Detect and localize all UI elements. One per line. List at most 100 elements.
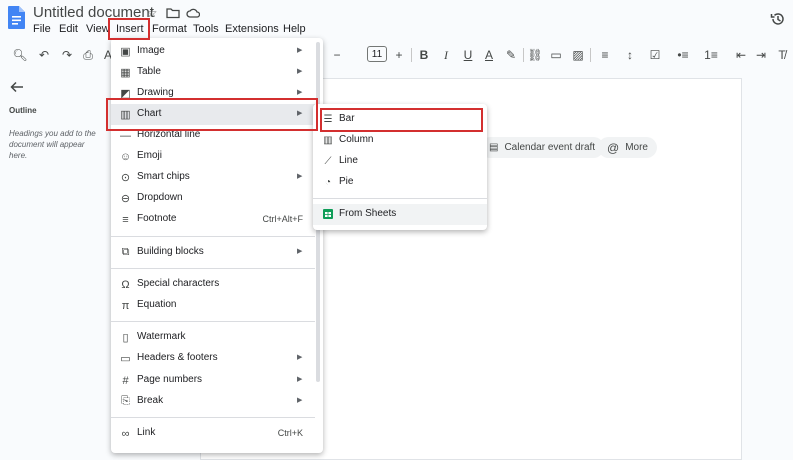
menu-file[interactable]: File [33, 23, 51, 35]
submenu-arrow-icon: ▶ [297, 397, 303, 404]
bold-icon[interactable]: B [416, 47, 432, 63]
pie-chart-icon: ◔ [324, 176, 332, 188]
back-arrow-icon[interactable] [10, 80, 24, 94]
chip-label: Calendar event draft [504, 142, 596, 153]
submenu-arrow-icon: ▶ [297, 110, 303, 117]
submenu-arrow-icon: ▶ [297, 89, 303, 96]
link-icon: ∞ [121, 427, 130, 440]
menu-item-table[interactable]: ▦ Table ▶ [111, 62, 315, 83]
print-icon[interactable]: ⎙ [80, 47, 96, 63]
bulleted-list-icon[interactable]: •≡ [675, 47, 691, 63]
search-menus-icon[interactable]: 🔍︎ [12, 47, 28, 63]
more-chip[interactable]: @ More [598, 137, 657, 158]
menu-insert[interactable]: Insert [116, 23, 144, 35]
toolbar-divider [523, 48, 524, 62]
menu-item-drawing[interactable]: ◩ Drawing ▶ [111, 83, 315, 104]
menu-item-watermark[interactable]: ▯ Watermark [111, 327, 315, 348]
footnote-icon: ≡ [122, 213, 129, 226]
column-chart-icon: ▥ [323, 134, 333, 146]
menu-item-footnote[interactable]: ≡ Footnote Ctrl+Alt+F [111, 209, 315, 230]
document-title[interactable]: Untitled document [33, 4, 154, 21]
menu-item-equation[interactable]: π Equation [111, 295, 315, 316]
smart-chips-icon: ⊙ [120, 172, 131, 184]
menu-item-special-characters[interactable]: Ω Special characters [111, 274, 315, 295]
align-icon[interactable]: ≡ [597, 47, 613, 63]
submenu-item-pie[interactable]: ◔ Pie [313, 172, 487, 193]
font-size-input[interactable]: 11 [367, 46, 387, 62]
headers-footers-icon: ▭ [120, 353, 131, 365]
watermark-icon: ▯ [122, 332, 129, 344]
menu-item-chart[interactable]: ▥ Chart ▶ [111, 104, 315, 125]
highlight-color-icon[interactable]: ✎ [503, 47, 519, 63]
checklist-icon[interactable]: ☑ [647, 47, 663, 63]
toolbar-divider [411, 48, 412, 62]
move-folder-icon[interactable] [166, 6, 180, 20]
submenu-item-column[interactable]: ▥ Column [313, 130, 487, 151]
line-chart-icon: ⟋ [324, 155, 332, 167]
submenu-arrow-icon: ▶ [297, 68, 303, 75]
chip-label: More [625, 142, 648, 153]
calendar-event-draft-chip[interactable]: ▤ Calendar event draft [480, 137, 605, 158]
toolbar-divider [590, 48, 591, 62]
underline-icon[interactable]: U [460, 47, 476, 63]
menu-item-page-numbers[interactable]: # Page numbers ▶ [111, 370, 315, 391]
menu-item-dropdown[interactable]: ⊖ Dropdown [111, 188, 315, 209]
decrease-indent-icon[interactable]: ⇤ [733, 47, 749, 63]
numbered-list-icon[interactable]: 1≡ [703, 47, 719, 63]
menu-extensions[interactable]: Extensions [225, 23, 279, 35]
insert-image-icon[interactable]: ▨ [570, 47, 586, 63]
cloud-status-icon[interactable] [186, 6, 200, 20]
menu-item-link[interactable]: ∞ Link Ctrl+K [111, 423, 315, 444]
submenu-arrow-icon: ▶ [297, 47, 303, 54]
menu-item-emoji[interactable]: ☺ Emoji [111, 146, 315, 167]
clear-formatting-icon[interactable]: T̸ [774, 47, 790, 63]
omega-icon: Ω [121, 278, 130, 291]
menu-divider [111, 321, 315, 322]
add-comment-icon[interactable]: ▭ [548, 47, 564, 63]
outline-hint: Headings you add to the document will ap… [9, 129, 96, 160]
menu-tools[interactable]: Tools [193, 23, 219, 35]
insert-link-icon[interactable]: ⛓︎ [527, 47, 543, 63]
menu-item-image[interactable]: ▣ Image ▶ [111, 41, 315, 62]
emoji-icon: ☺ [119, 150, 132, 163]
docs-logo-icon[interactable] [8, 6, 25, 29]
version-history-icon[interactable] [770, 11, 786, 27]
italic-icon[interactable]: I [438, 47, 454, 63]
menu-help[interactable]: Help [283, 23, 306, 35]
dropdown-icon: ⊖ [120, 193, 131, 205]
decrease-font-size-button[interactable]: − [329, 47, 345, 63]
star-icon[interactable]: ☆ [145, 6, 159, 20]
footnote-shortcut: Ctrl+Alt+F [262, 214, 303, 224]
outline-title: Outline [9, 106, 37, 115]
submenu-item-bar[interactable]: ☰ Bar [313, 109, 487, 130]
menu-item-building-blocks[interactable]: ⧉ Building blocks ▶ [111, 242, 315, 263]
submenu-arrow-icon: ▶ [297, 354, 303, 361]
menu-view[interactable]: View [86, 23, 110, 35]
submenu-arrow-icon: ▶ [297, 173, 303, 180]
redo-icon[interactable]: ↷ [59, 47, 75, 63]
menu-item-break[interactable]: ⎘ Break ▶ [111, 391, 315, 412]
increase-indent-icon[interactable]: ⇥ [753, 47, 769, 63]
menu-divider [111, 236, 315, 237]
menu-divider [313, 198, 487, 199]
menu-item-smart-chips[interactable]: ⊙ Smart chips ▶ [111, 167, 315, 188]
insert-menu: ▣ Image ▶ ▦ Table ▶ ◩ Drawing ▶ ▥ Chart … [111, 38, 323, 453]
at-sign-icon: @ [607, 140, 620, 155]
menu-item-headers-footers[interactable]: ▭ Headers & footers ▶ [111, 348, 315, 369]
sheets-icon [323, 209, 333, 219]
menu-item-horizontal-line[interactable]: — Horizontal line [111, 125, 315, 146]
submenu-arrow-icon: ▶ [297, 376, 303, 383]
submenu-item-from-sheets[interactable]: From Sheets [313, 204, 487, 225]
submenu-item-line[interactable]: ⟋ Line [313, 151, 487, 172]
increase-font-size-button[interactable]: + [391, 47, 407, 63]
drawing-icon: ◩ [120, 88, 131, 100]
undo-icon[interactable]: ↶ [36, 47, 52, 63]
line-spacing-icon[interactable]: ↕ [622, 47, 638, 63]
text-color-icon[interactable]: A [481, 47, 497, 63]
pi-icon: π [121, 299, 130, 312]
menu-format[interactable]: Format [152, 23, 187, 35]
menu-divider [111, 268, 315, 269]
bar-chart-icon: ☰ [323, 113, 333, 125]
menu-edit[interactable]: Edit [59, 23, 78, 35]
menu-divider [111, 417, 315, 418]
